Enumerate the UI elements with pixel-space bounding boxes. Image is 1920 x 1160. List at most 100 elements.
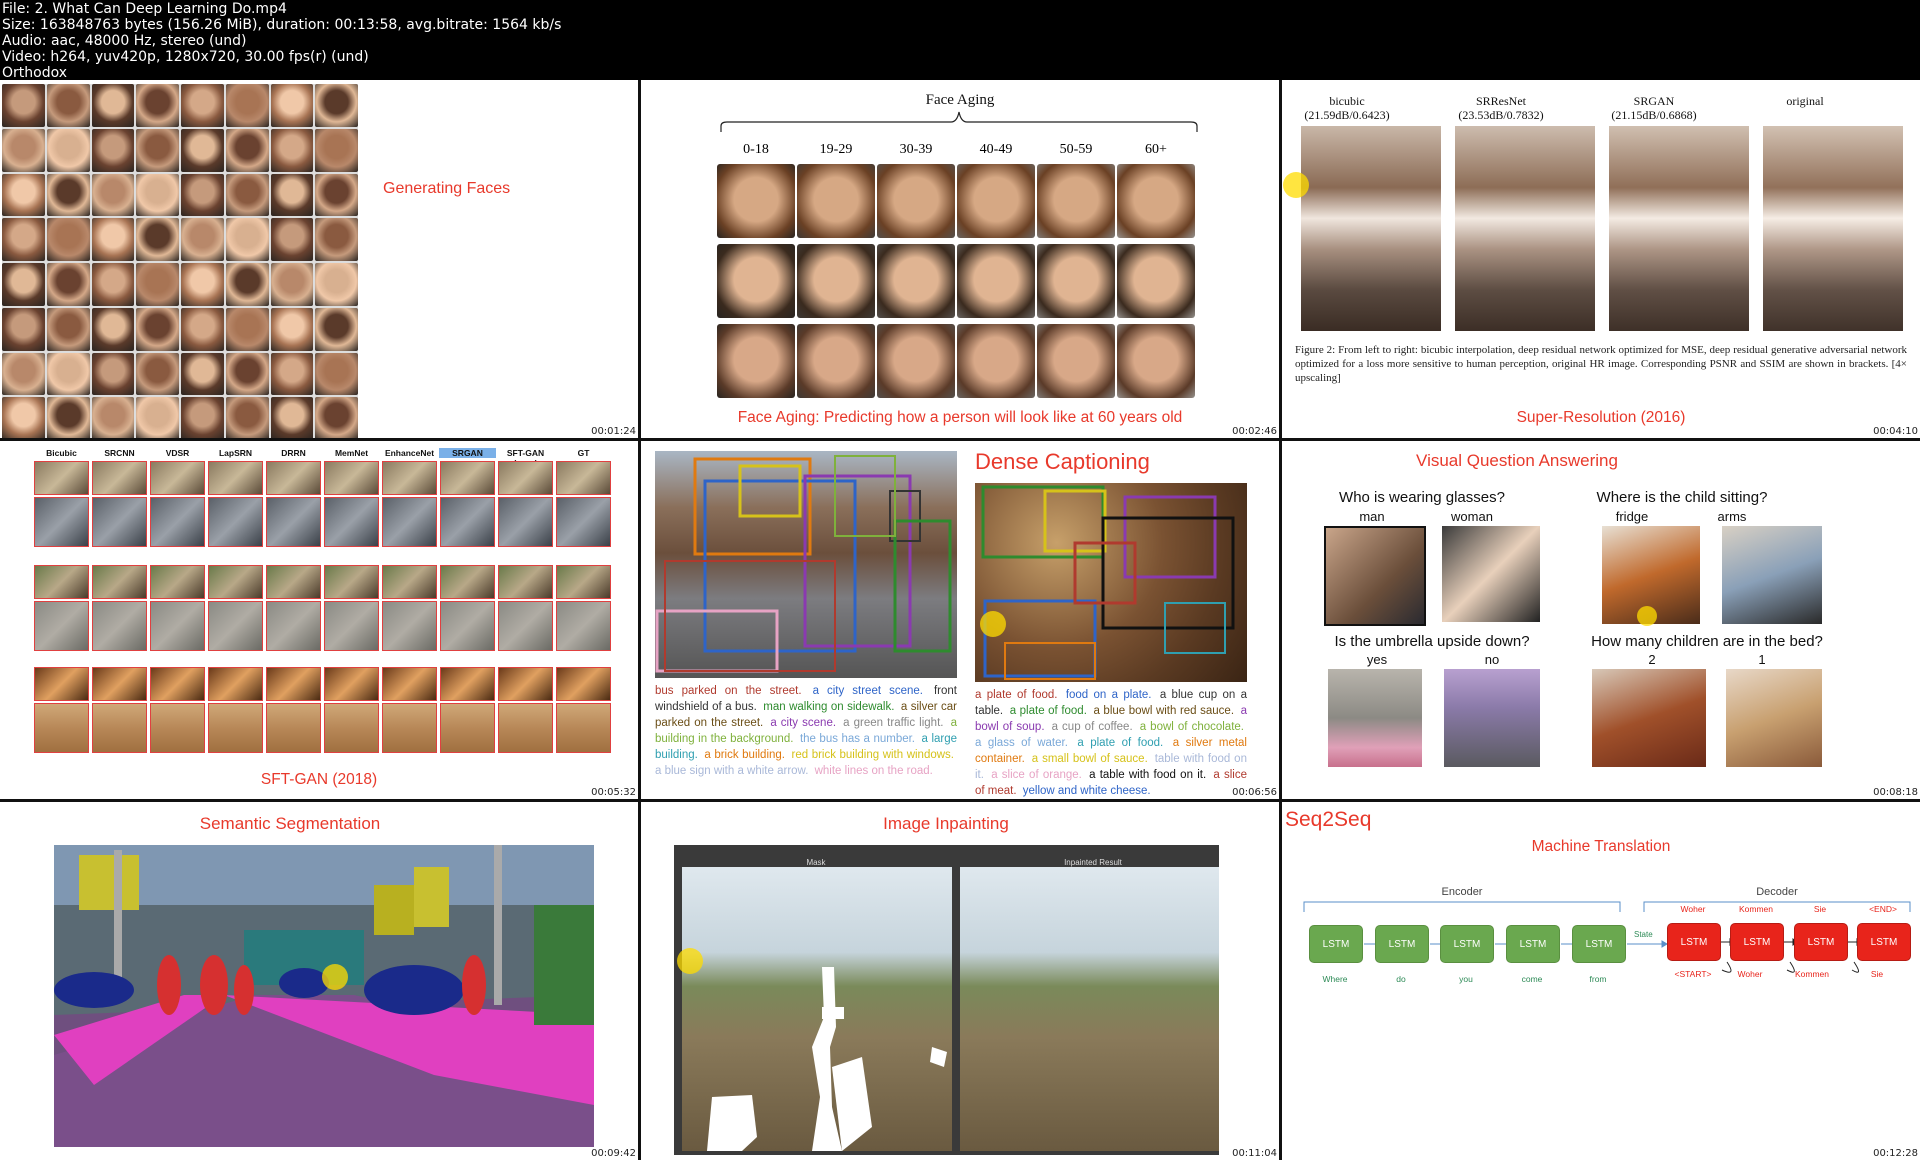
encoder-lstm-cell: LSTM	[1572, 925, 1626, 963]
mask-panel	[682, 867, 952, 1151]
sft-result-patch	[440, 497, 495, 547]
sft-result-patch	[208, 667, 263, 701]
tile-super-resolution[interactable]: bicubic (21.59dB/0.6423) SRResNet (23.53…	[1282, 80, 1920, 438]
sft-result-patch	[498, 497, 553, 547]
generated-face	[181, 128, 224, 172]
tile-image-inpainting[interactable]: Image Inpainting Mask Inpainted Result 0…	[641, 802, 1279, 1160]
sft-result-patch	[266, 565, 321, 599]
timestamp: 00:09:42	[591, 1148, 636, 1159]
street-scene-image	[655, 451, 957, 678]
aged-face	[797, 244, 875, 318]
sft-result-patch	[556, 497, 611, 547]
vqa-answer: fridge	[1615, 509, 1649, 524]
sr-method: bicubic	[1329, 94, 1365, 108]
generated-face	[136, 173, 179, 217]
generated-face	[46, 352, 90, 396]
input-word: do	[1396, 974, 1406, 984]
generated-face	[91, 128, 135, 172]
file-size-line: Size: 163848763 bytes (156.26 MiB), dura…	[2, 17, 562, 33]
generated-face	[136, 263, 179, 306]
sft-result-patch	[92, 601, 147, 651]
tile-generating-faces[interactable]: Generating Faces 00:01:24	[0, 80, 638, 438]
generated-face	[2, 84, 45, 127]
generated-face	[136, 307, 179, 351]
vqa-question: Where is the child sitting?	[1596, 489, 1768, 506]
vqa-answer: arms	[1717, 509, 1747, 524]
sft-method-label: LapSRN	[218, 448, 253, 458]
sft-result-patch	[498, 461, 553, 495]
sr-image	[1301, 126, 1441, 331]
caption-phrase: a plate of food.	[1009, 705, 1091, 717]
sft-result-patch	[324, 703, 379, 753]
sft-result-patch	[92, 565, 147, 599]
generated-face	[181, 307, 224, 351]
age-label: 0-18	[743, 142, 769, 157]
input-word: from	[1589, 974, 1607, 984]
aged-face	[877, 324, 955, 398]
sft-result-patch	[92, 497, 147, 547]
sr-column-heading: SRGAN (21.15dB/0.6868)	[1579, 94, 1729, 122]
timestamp: 00:01:24	[591, 426, 636, 437]
detection-boxes	[981, 485, 1235, 680]
generated-face	[46, 397, 90, 438]
tile-seq2seq[interactable]: Seq2Seq Machine Translation Encoder Deco…	[1282, 802, 1920, 1160]
generated-face	[181, 218, 224, 261]
vqa-answer: man	[1359, 509, 1385, 524]
cursor-highlight	[322, 964, 348, 990]
decoder-input-word: <START>	[1674, 969, 1712, 979]
video-line: Video: h264, yuv420p, 1280x720, 30.00 fp…	[2, 49, 369, 65]
aged-face	[1117, 324, 1195, 398]
sft-result-patch	[382, 565, 437, 599]
tile-visual-question-answering[interactable]: Visual Question Answering Who is wearing…	[1282, 441, 1920, 799]
sft-result-patch	[382, 601, 437, 651]
cursor-highlight	[1283, 172, 1309, 198]
generated-face	[91, 307, 135, 351]
caption-phrase: a blue bowl with red sauce.	[1093, 705, 1238, 717]
sft-result-patch	[150, 565, 205, 599]
sr-column-heading: bicubic (21.59dB/0.6423)	[1282, 94, 1422, 122]
sft-result-patch	[556, 461, 611, 495]
generated-face	[2, 128, 45, 172]
file-name-line: File: 2. What Can Deep Learning Do.mp4	[2, 1, 287, 17]
sft-result-patch	[92, 703, 147, 753]
sft-result-patch	[208, 461, 263, 495]
timestamp: 00:05:32	[591, 787, 636, 798]
sft-method-label: MemNet	[334, 448, 369, 458]
timestamp: 00:08:18	[1873, 787, 1918, 798]
caption-phrase: a city scene.	[770, 717, 841, 729]
aged-face	[957, 324, 1035, 398]
generated-face	[136, 84, 179, 127]
sft-result-patch	[92, 667, 147, 701]
vqa-answer: woman	[1451, 509, 1493, 524]
vqa-image	[1722, 526, 1822, 624]
caption-phrase: a bowl of chocolate.	[1139, 721, 1244, 733]
aged-face	[717, 324, 795, 398]
age-label: 19-29	[819, 142, 853, 157]
panel-label-result: Inpainted Result	[1064, 858, 1122, 867]
timestamp: 00:06:56	[1232, 787, 1277, 798]
generated-face	[136, 397, 179, 438]
vqa-image	[1328, 669, 1422, 767]
tile-dense-captioning[interactable]: Dense Captioning bus parked on the stree…	[641, 441, 1279, 799]
tile-semantic-segmentation[interactable]: Semantic Segmentation 00:09:42	[0, 802, 638, 1160]
sft-result-patch	[324, 565, 379, 599]
sft-method-label: GT	[577, 448, 590, 458]
sft-result-patch	[150, 461, 205, 495]
caption-phrase: yellow and white cheese.	[1022, 785, 1151, 797]
age-label: 50-59	[1059, 142, 1093, 157]
age-label: 40-49	[979, 142, 1013, 157]
cursor-highlight	[980, 611, 1006, 637]
input-word: you	[1459, 974, 1473, 984]
sft-result-patch	[498, 667, 553, 701]
sr-score: (23.53dB/0.7832)	[1458, 108, 1544, 122]
tile-title: Super-Resolution (2016)	[1516, 409, 1686, 426]
generated-face	[91, 397, 135, 438]
generated-face	[46, 128, 90, 172]
tile-sft-gan[interactable]: Bicubic SRCNN VDSR LapSRN DRRN MemNet EnhanceN…	[0, 441, 638, 799]
caption-phrase: a cup of coffee.	[1051, 721, 1137, 733]
caption-phrase: bus parked on the street.	[655, 685, 810, 697]
tile-face-aging[interactable]: Face Aging 0-18 19-29 30-39 40-49 50-59 …	[641, 80, 1279, 438]
generated-face	[270, 218, 314, 261]
sft-result-patch	[382, 497, 437, 547]
caption-phrase: a slice of orange.	[991, 769, 1087, 781]
